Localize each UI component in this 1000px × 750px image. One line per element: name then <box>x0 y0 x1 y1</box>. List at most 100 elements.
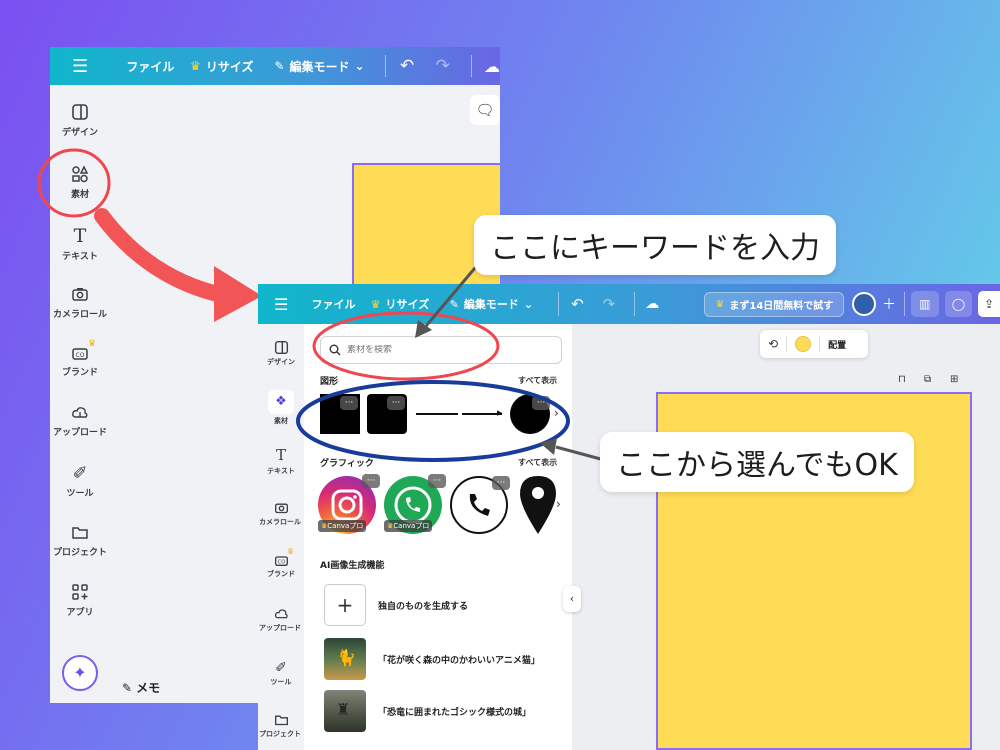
rail-label: デザイン <box>61 128 98 138</box>
rail-item-elements[interactable]: 素材 <box>50 165 110 200</box>
memo-button[interactable]: ✎ メモ <box>122 679 160 696</box>
rail-label: 素材 <box>70 190 89 200</box>
rail-item-text[interactable]: T テキスト <box>50 225 110 262</box>
chevron-down-icon: ⌄ <box>354 59 365 73</box>
edit-mode-menu[interactable]: ✎ 編集モード ⌄ <box>450 296 559 312</box>
plus-icon[interactable]: + <box>324 584 366 626</box>
graphic-whatsapp[interactable]: ··· ♛Canvaプロ <box>384 474 446 534</box>
color-swatch[interactable] <box>795 336 812 352</box>
ai-prompt-row[interactable]: 🐈 「花が咲く森の中のかわいいアニメ猫」 <box>324 638 564 680</box>
search-input[interactable] <box>347 345 547 355</box>
side-rail: デザイン ❖ 素材 T テキスト カメラロール ♛ CO ブランド アップロード… <box>258 324 304 750</box>
magic-assistant-button[interactable]: ✦ <box>62 655 98 691</box>
more-icon[interactable]: ··· <box>387 396 405 410</box>
ai-prompt-row[interactable]: ♜ 「恐竜に囲まれたゴシック様式の城」 <box>324 690 564 732</box>
shapes-icon <box>72 165 89 183</box>
text-icon: T <box>275 446 286 464</box>
camera-icon <box>72 288 88 301</box>
arrange-button[interactable]: 配置 <box>828 338 846 351</box>
pencil-icon: ✎ <box>274 59 285 73</box>
share-icon[interactable]: ⇪ <box>978 291 1000 317</box>
shape-thumb-arrow-line[interactable] <box>462 413 502 415</box>
edit-mode-menu[interactable]: ✎ 編集モード ⌄ <box>274 58 385 75</box>
more-icon[interactable]: ··· <box>492 476 510 490</box>
cloud-save-icon[interactable]: ☁ <box>484 57 500 76</box>
undo-icon[interactable]: ↶ <box>571 295 603 313</box>
see-all-link[interactable]: すべて表示 <box>518 457 557 468</box>
rail-label: ツール <box>270 678 292 686</box>
more-icon[interactable]: ··· <box>532 396 550 410</box>
avatar[interactable] <box>852 292 877 316</box>
collapse-panel-button[interactable]: ‹ <box>563 586 581 612</box>
resize-menu[interactable]: ♛ リサイズ <box>190 58 274 75</box>
shape-thumb-square[interactable]: ··· <box>320 394 360 434</box>
comment-icon[interactable]: ◯ <box>944 291 973 317</box>
rail-item-camera-roll[interactable]: カメラロール <box>258 500 304 527</box>
rail-item-elements[interactable]: ❖ 素材 <box>258 390 304 426</box>
chevron-right-icon[interactable]: › <box>554 406 559 420</box>
duplicate-icon[interactable]: ⧉ <box>924 374 931 385</box>
pro-badge: ♛Canvaプロ <box>384 520 433 532</box>
resize-menu[interactable]: ♛ リサイズ <box>371 296 450 312</box>
rail-item-design[interactable]: デザイン <box>258 340 304 367</box>
file-menu[interactable]: ファイル <box>311 296 370 312</box>
memo-icon: ✎ <box>122 680 133 695</box>
lock-icon[interactable]: ⊓ <box>898 374 906 385</box>
castle-icon: ♜ <box>336 700 351 719</box>
rail-item-design[interactable]: デザイン <box>50 103 110 138</box>
shape-thumb-line[interactable] <box>416 413 458 415</box>
redo-icon[interactable]: ↷ <box>603 295 635 313</box>
shape-thumb-rounded-square[interactable]: ··· <box>367 394 407 434</box>
brand-icon: CO <box>72 348 88 360</box>
refresh-icon[interactable]: ⟲ <box>768 337 778 351</box>
add-member-icon[interactable]: ＋ <box>882 294 896 314</box>
rail-item-brand[interactable]: ♛ CO ブランド <box>50 339 110 378</box>
shape-thumb-circle[interactable]: ··· <box>510 394 550 434</box>
comment-add-button[interactable]: 🗨 <box>470 95 500 125</box>
comment-add-icon: 🗨 <box>475 101 495 119</box>
rail-item-camera-roll[interactable]: カメラロール <box>50 285 110 320</box>
text-icon: T <box>73 225 87 247</box>
graphic-location-pin[interactable] <box>518 474 558 536</box>
cloud-save-icon[interactable]: ☁ <box>645 296 704 312</box>
chevron-right-icon[interactable]: › <box>556 497 561 511</box>
crown-icon: ♛ <box>190 59 201 73</box>
rail-item-text[interactable]: T テキスト <box>258 446 304 476</box>
callout-choose: ここから選んでもOK <box>600 432 914 492</box>
rail-item-upload[interactable]: アップロード <box>50 403 110 438</box>
redo-icon[interactable]: ↷ <box>435 56 471 76</box>
undo-icon[interactable]: ↶ <box>400 56 436 76</box>
rail-item-tools[interactable]: ✐ ツール <box>50 463 110 499</box>
upload-cloud-icon <box>72 407 88 418</box>
camera-icon <box>274 503 288 514</box>
rail-item-upload[interactable]: アップロード <box>258 606 304 633</box>
more-icon[interactable]: ··· <box>428 474 446 488</box>
search-box[interactable] <box>320 336 562 364</box>
crown-icon: ♛ <box>88 339 97 349</box>
menu-icon[interactable]: ☰ <box>72 56 126 77</box>
graphic-instagram[interactable]: ··· ♛Canvaプロ <box>318 474 380 534</box>
trial-button[interactable]: ♛ まず14日間無料で試す <box>704 291 845 317</box>
insights-icon[interactable]: ▥ <box>911 291 939 317</box>
pro-badge: ♛Canvaプロ <box>318 520 367 532</box>
upload-cloud-icon <box>274 609 288 619</box>
more-icon[interactable]: ··· <box>340 396 358 410</box>
rail-item-brand[interactable]: ♛ CO ブランド <box>258 547 304 579</box>
graphic-phone[interactable]: ··· <box>450 476 510 534</box>
layout-icon <box>72 104 88 120</box>
rail-label: アプリ <box>66 608 94 618</box>
rail-item-tools[interactable]: ✐ ツール <box>258 660 304 687</box>
chevron-down-icon: ⌄ <box>523 297 534 311</box>
menu-icon[interactable]: ☰ <box>274 295 311 314</box>
file-menu[interactable]: ファイル <box>126 58 190 75</box>
rail-item-apps[interactable]: アプリ <box>50 583 110 618</box>
add-page-icon[interactable]: ⊞ <box>950 374 958 385</box>
ai-generate-row[interactable]: + 独自のものを生成する <box>324 584 564 626</box>
context-toolbar: ⟲ 配置 <box>760 330 868 358</box>
more-icon[interactable]: ··· <box>362 474 380 488</box>
rail-item-projects[interactable]: プロジェクト <box>50 523 110 558</box>
layout-icon <box>274 340 288 355</box>
see-all-link[interactable]: すべて表示 <box>518 375 557 386</box>
svg-text:CO: CO <box>76 352 85 359</box>
rail-item-projects[interactable]: プロジェクト <box>258 712 304 739</box>
